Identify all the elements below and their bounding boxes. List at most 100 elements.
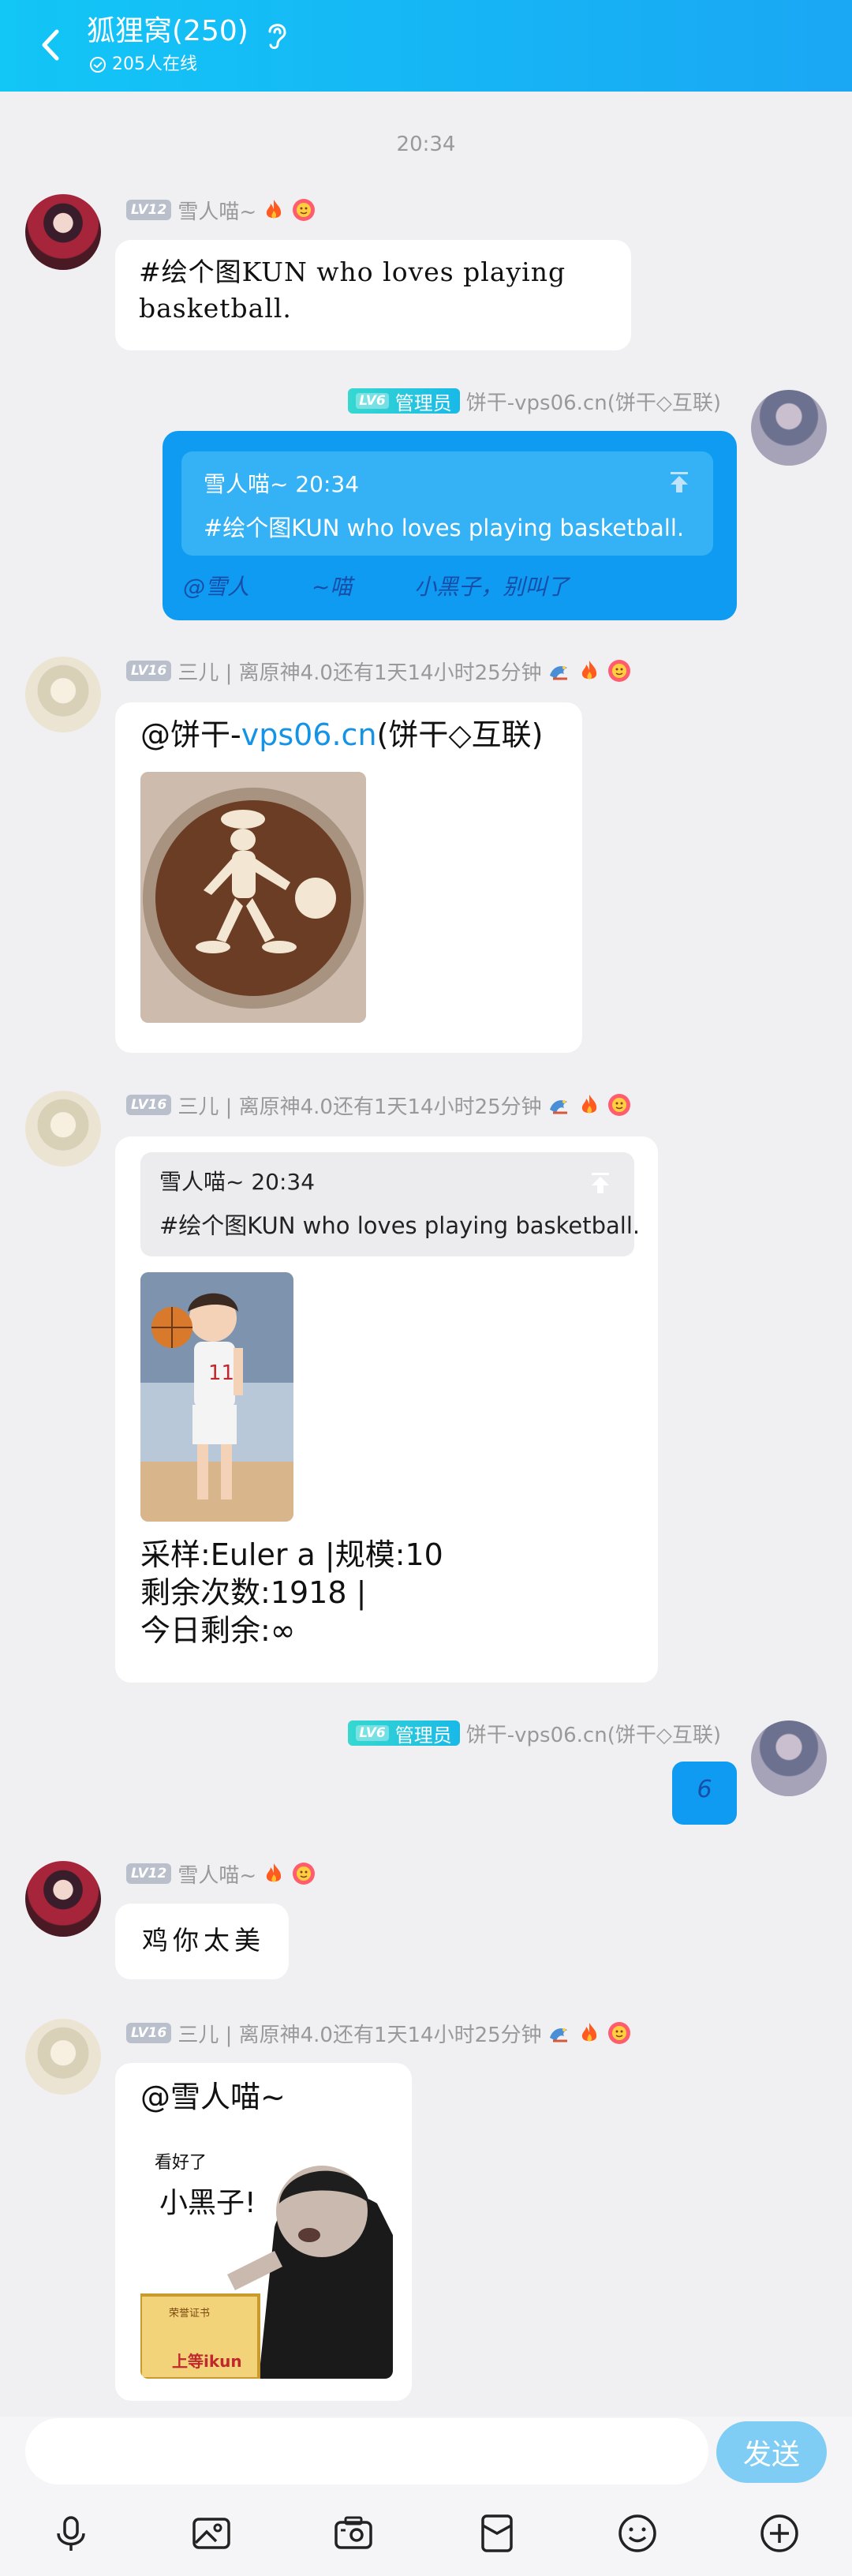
level-badge: LV12 [126,1863,172,1884]
level-badge: LV16 [126,2023,172,2043]
mic-icon[interactable] [49,2511,93,2555]
back-arrow-icon[interactable] [30,24,73,66]
sender-row: LV6 管理员 饼干-vps06.cn(饼干◇互联) [348,1719,721,1747]
fire-icon [581,2023,596,2042]
sender-row: LV16 三儿 | 离原神4.0还有1天14小时25分钟 [126,1091,632,1119]
message-bubble-self[interactable]: 6 [672,1762,737,1825]
avatar[interactable] [25,1091,101,1166]
message-bubble[interactable]: 鸡你太美 [115,1904,289,1979]
basketball-player-drawing: 11 [140,1272,293,1522]
jump-to-message-icon[interactable] [587,1170,614,1196]
level-badge: LV12 [126,200,172,220]
mention-row: @雪人 ~喵 小黑子，别叫了 [183,570,600,601]
admin-label: 管理员 [394,391,452,414]
sender-row: LV12 雪人喵~ [126,196,316,224]
mention[interactable]: @雪人 [183,574,249,600]
message-timestamp: 20:34 [396,133,456,156]
message-text: 鸡你太美 [142,1925,265,1956]
chat-header: 狐狸窝(250) 205人在线 [0,0,852,92]
mention-text: @饼干- [140,717,241,752]
fire-icon [266,200,282,219]
sender-row: LV16 三儿 | 离原神4.0还有1天14小时25分钟 [126,657,632,685]
avatar[interactable] [751,390,827,466]
plus-icon[interactable] [757,2511,802,2555]
smiley-badge-icon [607,660,630,682]
camera-icon[interactable] [331,2511,376,2555]
sender-row: LV6 管理员 饼干-vps06.cn(饼干◇互联) [348,387,721,415]
group-title[interactable]: 狐狸窝(250) [87,14,248,49]
generated-basketball-image[interactable]: 11 [140,1272,293,1522]
sender-row: LV16 三儿 | 离原神4.0还有1天14小时25分钟 [126,2019,632,2047]
level-badge: LV16 [126,661,172,681]
mention[interactable]: ~喵 [312,574,352,600]
reply-quote[interactable]: 雪人喵~ 20:34 #绘个图KUN who loves playing bas… [140,1152,640,1256]
quote-text: #绘个图KUN who loves playing basketball. [204,515,685,541]
admin-label: 管理员 [394,1724,452,1747]
message-text: @雪人喵~ [140,2080,286,2114]
info-line: 今日剩余:∞ [140,1613,296,1648]
meme-image[interactable]: 看好了 小黑子! 荣誉证书 上等ikun [140,2132,393,2379]
admin-level: LV6 [356,1725,389,1741]
info-line: 剩余次数:1918 | [140,1575,367,1610]
dragon-badge-icon [549,1100,567,1114]
sender-name[interactable]: 三儿 | 离原神4.0还有1天14小时25分钟 [178,657,541,686]
generation-info: 采样:Euler a |规模:10 剩余次数:1918 | 今日剩余:∞ [140,1536,443,1649]
fire-icon [266,1863,282,1882]
avatar[interactable] [25,194,101,270]
fire-icon [581,1095,596,1114]
avatar[interactable] [25,1861,101,1937]
smiley-badge-icon [607,2022,630,2044]
avatar[interactable] [751,1720,827,1796]
latte-art-drawing [140,772,366,1023]
smiley-badge-icon [293,199,316,221]
sender-name[interactable]: 三儿 | 离原神4.0还有1天14小时25分钟 [178,2019,541,2048]
message-bubble[interactable]: #绘个图KUN who loves playing basketball. [115,240,631,350]
message-bubble[interactable]: @饼干-vps06.cn(饼干◇互联) [115,702,582,1053]
meme-certificate-footer: 上等ikun [172,2352,242,2371]
jump-to-message-icon[interactable] [666,469,693,496]
smiley-badge-icon [293,1863,316,1885]
quote-header: 雪人喵~ 20:34 [159,1169,316,1195]
latte-art-image[interactable] [140,772,366,1023]
svg-text:11: 11 [208,1361,234,1385]
meme-certificate-title: 荣誉证书 [169,2308,211,2320]
ear-icon[interactable] [263,19,290,51]
emoji-icon[interactable] [615,2511,660,2555]
quote-header: 雪人喵~ 20:34 [204,471,360,497]
sender-name[interactable]: 雪人喵~ [178,1859,256,1889]
admin-badge: LV6 管理员 [348,388,460,414]
sender-row: LV12 雪人喵~ [126,1859,316,1888]
message-text: #绘个图KUN who loves playing basketball. [139,256,566,324]
sender-name[interactable]: 三儿 | 离原神4.0还有1天14小时25分钟 [178,1091,541,1120]
message-text: @饼干-vps06.cn(饼干◇互联) [140,717,543,753]
reply-quote[interactable]: 雪人喵~ 20:34 #绘个图KUN who loves playing bas… [181,451,713,556]
online-status: 205人在线 [88,54,197,76]
input-area: 发送 [0,2417,852,2576]
message-bubble-self[interactable]: 雪人喵~ 20:34 #绘个图KUN who loves playing bas… [163,431,737,620]
smiley-badge-icon [607,1094,630,1116]
message-input[interactable] [25,2418,708,2484]
info-line: 采样:Euler a |规模:10 [140,1537,443,1572]
mention-text-suffix: (饼干◇互联) [376,717,544,752]
message-bubble[interactable]: 雪人喵~ 20:34 #绘个图KUN who loves playing bas… [115,1136,658,1683]
avatar[interactable] [25,2019,101,2095]
quote-text: #绘个图KUN who loves playing basketball. [159,1212,641,1239]
sender-name[interactable]: 饼干-vps06.cn(饼干◇互联) [466,1719,721,1748]
red-packet-icon[interactable] [475,2511,519,2555]
mention[interactable]: 小黑子，别叫了 [414,574,569,600]
image-icon[interactable] [189,2511,234,2555]
send-button[interactable]: 发送 [716,2421,827,2483]
sender-name[interactable]: 饼干-vps06.cn(饼干◇互联) [466,387,721,416]
sender-name[interactable]: 雪人喵~ [178,196,256,225]
dragon-badge-icon [549,666,567,680]
meme-caption-big: 小黑子! [159,2187,256,2219]
avatar[interactable] [25,657,101,732]
level-badge: LV16 [126,1095,172,1115]
admin-badge: LV6 管理员 [348,1720,460,1747]
link[interactable]: vps06.cn [241,717,377,752]
admin-level: LV6 [356,393,389,409]
meme-caption-small: 看好了 [155,2153,207,2173]
message-bubble[interactable]: @雪人喵~ 看好了 小黑子! 荣誉证书 上等ikun [115,2063,412,2401]
online-count: 205人在线 [112,54,197,74]
fire-icon [581,661,596,680]
